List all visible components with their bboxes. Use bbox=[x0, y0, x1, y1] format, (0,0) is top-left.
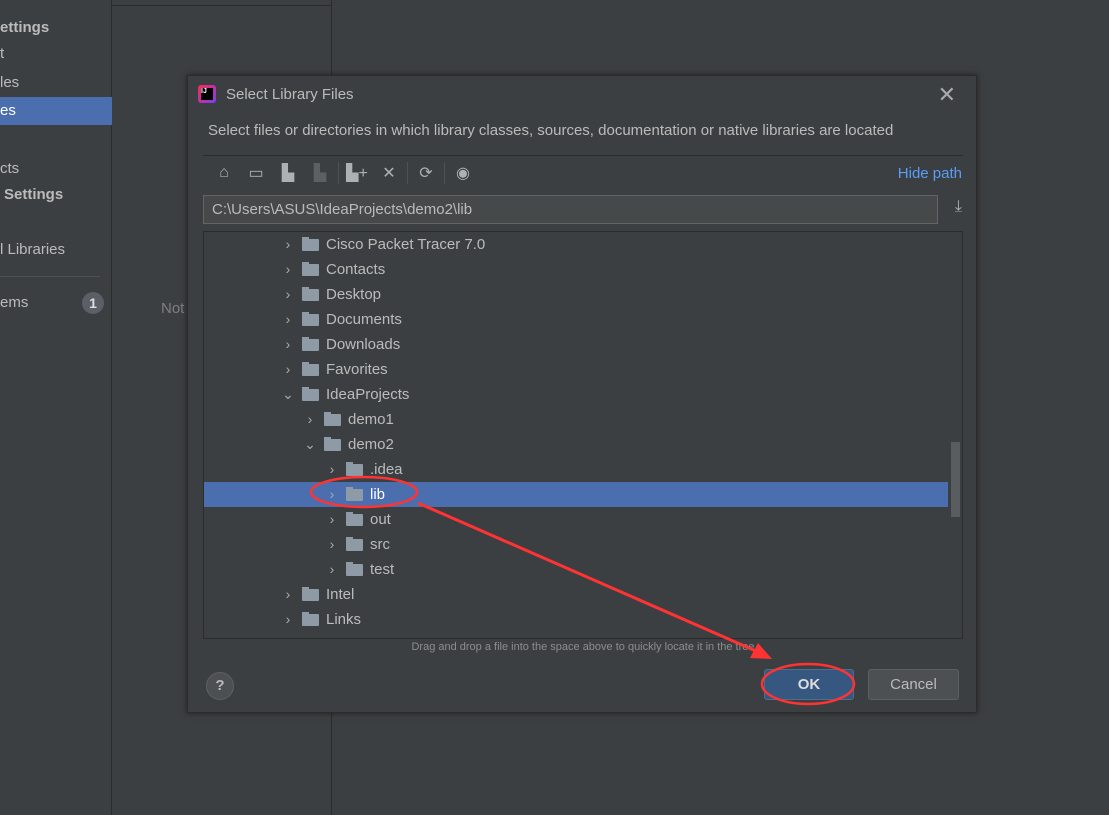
tree-node[interactable]: › out bbox=[204, 507, 948, 532]
divider bbox=[0, 276, 100, 277]
intellij-logo-icon: IJ bbox=[198, 85, 216, 103]
folder-icon bbox=[302, 262, 319, 276]
folder-icon bbox=[302, 362, 319, 376]
tree-node-label: lib bbox=[370, 486, 386, 503]
chevron-down-icon[interactable]: ⌄ bbox=[282, 382, 294, 407]
folder-icon bbox=[324, 437, 341, 451]
tree-node-label: src bbox=[370, 536, 390, 553]
dialog-title: Select Library Files bbox=[226, 86, 354, 103]
sidebar-item-project[interactable]: t bbox=[0, 40, 112, 68]
sidebar-heading-project-settings: ettings bbox=[0, 19, 50, 36]
tree-node[interactable]: › Cisco Packet Tracer 7.0 bbox=[204, 232, 948, 257]
folder-icon bbox=[302, 312, 319, 326]
tree-node[interactable]: › Desktop bbox=[204, 282, 948, 307]
tree-node[interactable]: ⌄ IdeaProjects bbox=[204, 382, 948, 407]
tree-node[interactable]: › Intel bbox=[204, 582, 948, 607]
chevron-right-icon[interactable]: › bbox=[326, 482, 338, 507]
chevron-right-icon[interactable]: › bbox=[326, 507, 338, 532]
tree-node-label: demo2 bbox=[348, 436, 394, 453]
empty-panel-text: Not bbox=[161, 300, 185, 317]
module-folder-icon: ▙ bbox=[313, 165, 327, 182]
tree-node[interactable]: › Documents bbox=[204, 307, 948, 332]
chevron-down-icon[interactable]: ⌄ bbox=[304, 432, 316, 457]
home-icon[interactable]: ⌂ bbox=[208, 164, 240, 182]
tree-node[interactable]: › src bbox=[204, 532, 948, 557]
new-folder-icon[interactable]: ▙+ bbox=[341, 163, 373, 183]
sidebar-heading-platform-settings: Settings bbox=[4, 186, 64, 203]
hide-path-link[interactable]: Hide path bbox=[898, 165, 962, 182]
ok-button[interactable]: OK bbox=[764, 669, 854, 700]
sidebar-item-global-libraries[interactable]: l Libraries bbox=[0, 236, 112, 264]
chevron-right-icon[interactable]: › bbox=[282, 232, 294, 257]
desktop-icon[interactable]: ▭ bbox=[240, 163, 272, 183]
dialog-description: Select files or directories in which lib… bbox=[208, 122, 894, 139]
chevron-right-icon[interactable]: › bbox=[326, 557, 338, 582]
chevron-right-icon[interactable]: › bbox=[282, 582, 294, 607]
chevron-right-icon[interactable]: › bbox=[282, 332, 294, 357]
folder-icon bbox=[302, 237, 319, 251]
folder-icon bbox=[346, 487, 363, 501]
folder-icon bbox=[346, 462, 363, 476]
project-folder-icon[interactable]: ▙ bbox=[272, 163, 304, 183]
path-input[interactable]: C:\Users\ASUS\IdeaProjects\demo2\lib bbox=[203, 195, 938, 224]
folder-icon bbox=[302, 387, 319, 401]
folder-icon bbox=[302, 337, 319, 351]
folder-icon bbox=[346, 537, 363, 551]
folder-icon bbox=[302, 287, 319, 301]
drag-drop-hint: Drag and drop a file into the space abov… bbox=[411, 641, 755, 653]
help-button[interactable]: ? bbox=[206, 672, 234, 700]
folder-icon bbox=[346, 512, 363, 526]
chevron-right-icon[interactable]: › bbox=[304, 407, 316, 432]
sidebar-item-modules[interactable]: les bbox=[0, 69, 112, 97]
tree-node-label: IdeaProjects bbox=[326, 386, 410, 403]
chevron-right-icon[interactable]: › bbox=[326, 532, 338, 557]
tree-node[interactable]: › Links bbox=[204, 607, 948, 632]
folder-icon bbox=[324, 412, 341, 426]
tree-node-label: Cisco Packet Tracer 7.0 bbox=[326, 236, 486, 253]
folder-icon bbox=[302, 587, 319, 601]
tree-node[interactable]: › Downloads bbox=[204, 332, 948, 357]
tree-node-label: Favorites bbox=[326, 361, 388, 378]
tree-node-label: Links bbox=[326, 611, 362, 628]
sidebar-item-libraries[interactable]: es bbox=[0, 97, 112, 125]
select-library-files-dialog: IJ Select Library Files ✕ Select files o… bbox=[187, 75, 977, 713]
chevron-right-icon[interactable]: › bbox=[326, 457, 338, 482]
tree-node[interactable]: ⌄ demo2 bbox=[204, 432, 948, 457]
settings-sidebar: ettings t les es cts Settings l Librarie… bbox=[0, 0, 112, 815]
tree-node[interactable]: › Contacts bbox=[204, 257, 948, 282]
tree-node-label: Documents bbox=[326, 311, 402, 328]
tree-node[interactable]: › demo1 bbox=[204, 407, 948, 432]
tree-node[interactable]: › Favorites bbox=[204, 357, 948, 382]
tree-node[interactable]: › .idea bbox=[204, 457, 948, 482]
tree-node[interactable]: › test bbox=[204, 557, 948, 582]
delete-icon[interactable]: ✕ bbox=[373, 163, 405, 183]
problems-count-badge: 1 bbox=[82, 292, 104, 314]
chevron-right-icon[interactable]: › bbox=[282, 282, 294, 307]
folder-icon bbox=[346, 562, 363, 576]
tree-node-label: out bbox=[370, 511, 391, 528]
tree-node-label: Downloads bbox=[326, 336, 401, 353]
chevron-right-icon[interactable]: › bbox=[282, 257, 294, 282]
cancel-button[interactable]: Cancel bbox=[868, 669, 959, 700]
chevron-right-icon[interactable]: › bbox=[282, 607, 294, 632]
toolbar: ⌂ ▭ ▙ ▙ ▙+ ✕ ⟳ ◉ bbox=[208, 162, 479, 184]
close-icon[interactable]: ✕ bbox=[938, 82, 956, 108]
tree-scrollbar[interactable] bbox=[951, 442, 960, 517]
tree-node-label: Desktop bbox=[326, 286, 382, 303]
chevron-right-icon[interactable]: › bbox=[282, 357, 294, 382]
tree-node-label: .idea bbox=[370, 461, 403, 478]
sidebar-item-artifacts[interactable]: cts bbox=[0, 155, 112, 183]
file-tree[interactable]: › Cisco Packet Tracer 7.0 › Contacts › Deskto… bbox=[203, 231, 963, 639]
refresh-icon[interactable]: ⟳ bbox=[410, 163, 442, 183]
tree-node-label: Intel bbox=[326, 586, 355, 603]
download-icon[interactable]: ⤓ bbox=[955, 198, 962, 216]
tree-node-label: Contacts bbox=[326, 261, 386, 278]
tree-node-label: demo1 bbox=[348, 411, 394, 428]
show-hidden-icon[interactable]: ◉ bbox=[447, 163, 479, 183]
tree-node[interactable]: › lib bbox=[204, 482, 948, 507]
chevron-right-icon[interactable]: › bbox=[282, 307, 294, 332]
tree-node-label: test bbox=[370, 561, 395, 578]
folder-icon bbox=[302, 612, 319, 626]
